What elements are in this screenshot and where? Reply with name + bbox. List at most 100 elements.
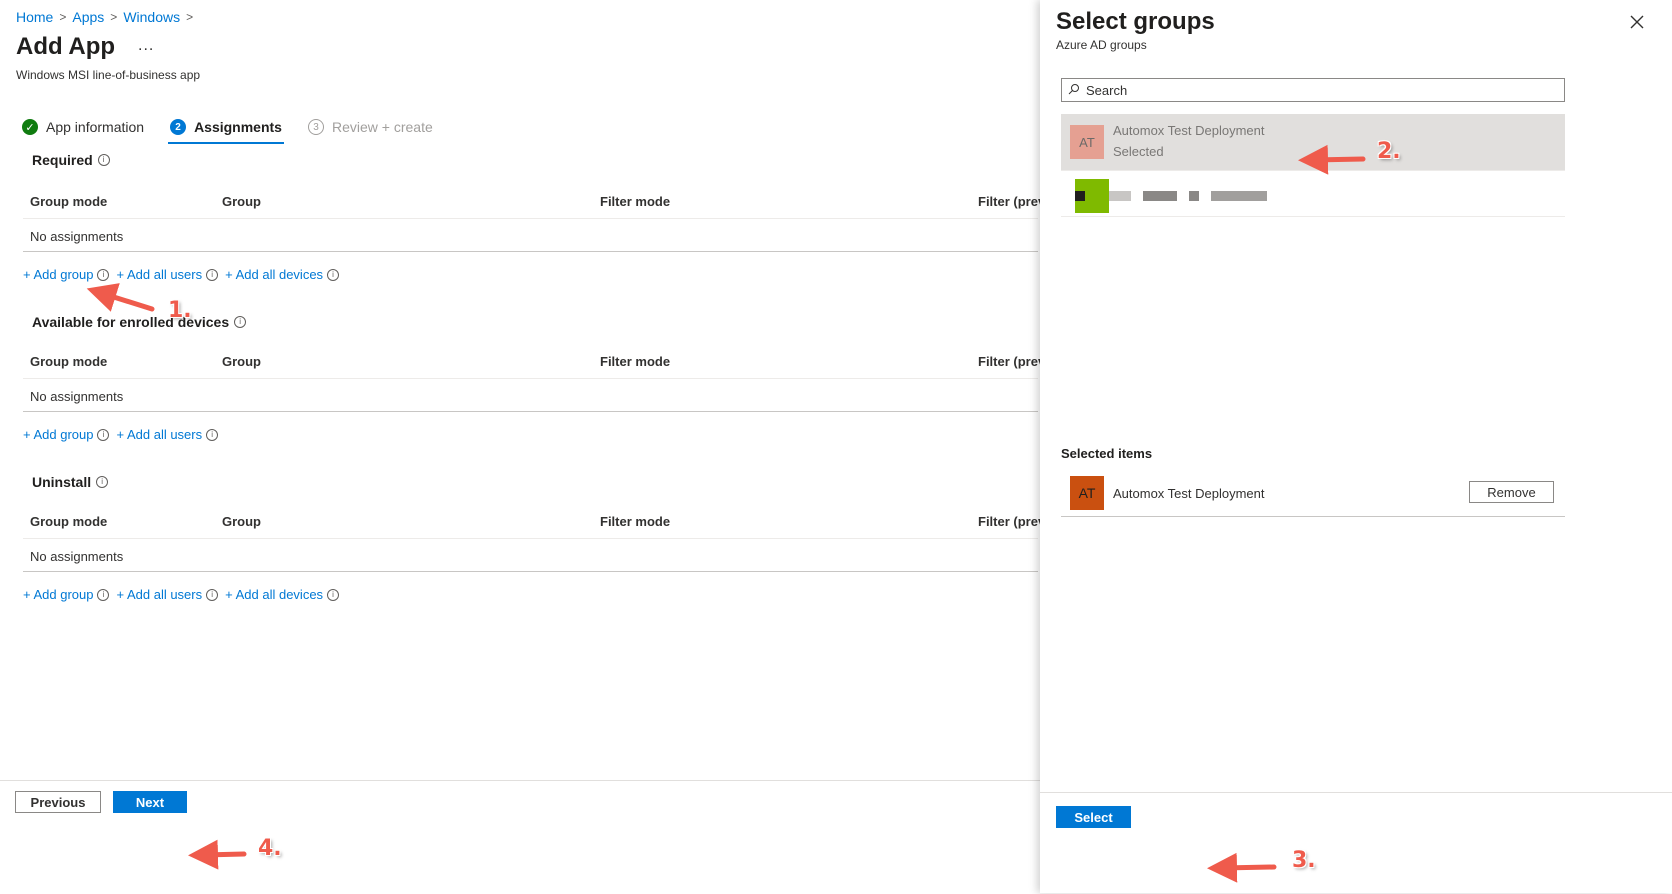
panel-footer: Select — [1040, 792, 1672, 894]
add-all-users-link[interactable]: + Add all users — [116, 267, 202, 282]
column-header: Filter mode — [600, 194, 671, 209]
add-group-link[interactable]: + Add group — [23, 267, 93, 282]
column-header: Filter mode — [600, 354, 671, 369]
step-app-information[interactable]: ✓ App information — [22, 119, 144, 143]
annotation-label: 3. — [1292, 848, 1316, 873]
step-review-create[interactable]: 3 Review + create — [307, 119, 433, 143]
info-icon[interactable]: i — [234, 316, 247, 328]
info-icon[interactable]: i — [206, 588, 219, 601]
empty-text: No assignments — [30, 229, 124, 244]
group-list-item-redacted[interactable] — [1061, 171, 1565, 217]
search-input[interactable]: Search — [1061, 78, 1565, 102]
search-placeholder: Search — [1086, 82, 1128, 98]
column-header: Group — [222, 354, 261, 369]
add-all-users-link[interactable]: + Add all users — [116, 427, 202, 442]
add-all-devices-link[interactable]: + Add all devices — [225, 267, 323, 282]
add-all-devices-link[interactable]: + Add all devices — [225, 587, 323, 602]
info-icon[interactable]: i — [97, 428, 110, 441]
section-title-required: Required i — [32, 152, 110, 168]
breadcrumb-home[interactable]: Home — [16, 9, 53, 25]
chevron-right-icon: > — [59, 10, 67, 24]
redacted-block — [1143, 191, 1177, 201]
column-header: Group — [222, 194, 261, 209]
column-header: Group — [222, 514, 261, 529]
step-number: 3 — [307, 119, 324, 135]
previous-button[interactable]: Previous — [15, 791, 101, 813]
actions-available: + Add group i + Add all users i — [23, 427, 221, 442]
column-header: Group mode — [30, 354, 108, 369]
column-header: Filter mode — [600, 514, 671, 529]
search-icon — [1068, 83, 1080, 98]
column-header: Group mode — [30, 194, 108, 209]
avatar: AT — [1070, 125, 1104, 159]
info-icon[interactable]: i — [327, 588, 340, 601]
info-icon[interactable]: i — [97, 154, 110, 166]
section-title: Available for enrolled devices — [32, 314, 230, 330]
group-status: Selected — [1113, 144, 1164, 159]
info-icon[interactable]: i — [97, 588, 110, 601]
info-icon[interactable]: i — [206, 428, 219, 441]
selected-item: AT Automox Test Deployment Remove — [1061, 470, 1565, 517]
section-title-uninstall: Uninstall i — [32, 474, 109, 490]
annotation-label: 1. — [168, 298, 192, 323]
group-list-item[interactable]: AT Automox Test Deployment Selected — [1061, 114, 1565, 171]
remove-button[interactable]: Remove — [1469, 481, 1554, 503]
select-groups-panel: Select groups Azure AD groups Search AT … — [1040, 0, 1672, 893]
more-options-button[interactable]: ... — [138, 37, 154, 55]
column-header: Filter (prev — [978, 354, 1046, 369]
arrow-icon — [86, 283, 155, 312]
actions-uninstall: + Add group i + Add all users i + Add al… — [23, 587, 342, 602]
chevron-right-icon: > — [186, 10, 194, 24]
annotation-label: 4. — [258, 836, 282, 861]
next-button[interactable]: Next — [113, 791, 187, 813]
assignments-table-required: Group mode Group Filter mode Filter (pre… — [23, 184, 1045, 252]
avatar: AT — [1070, 476, 1104, 510]
step-assignments[interactable]: 2 Assignments — [168, 119, 284, 144]
table-row: No assignments — [23, 379, 1038, 412]
table-header: Group mode Group Filter mode Filter (pre… — [23, 344, 1045, 379]
add-group-link[interactable]: + Add group — [23, 587, 93, 602]
step-label: App information — [46, 119, 145, 135]
section-title: Required — [32, 152, 93, 168]
assignments-table-uninstall: Group mode Group Filter mode Filter (pre… — [23, 504, 1045, 572]
page-title: Add App — [16, 33, 116, 60]
assignments-table-available: Group mode Group Filter mode Filter (pre… — [23, 344, 1045, 412]
wizard-footer: Previous Next — [0, 780, 1040, 894]
step-label: Review + create — [331, 119, 433, 135]
breadcrumb: Home > Apps > Windows > — [16, 9, 193, 25]
info-icon[interactable]: i — [206, 268, 219, 281]
redacted-block — [1189, 191, 1199, 201]
annotation-label: 2. — [1377, 139, 1401, 164]
actions-required: + Add group i + Add all users i + Add al… — [23, 267, 342, 282]
table-row: No assignments — [23, 219, 1038, 252]
chevron-right-icon: > — [110, 10, 118, 24]
page-subtitle: Windows MSI line-of-business app — [16, 68, 201, 82]
info-icon[interactable]: i — [327, 268, 340, 281]
add-group-link[interactable]: + Add group — [23, 427, 93, 442]
select-button[interactable]: Select — [1056, 806, 1131, 828]
empty-text: No assignments — [30, 389, 124, 404]
panel-subtitle: Azure AD groups — [1056, 38, 1147, 52]
breadcrumb-apps[interactable]: Apps — [72, 9, 104, 25]
checkmark-icon: ✓ — [22, 119, 38, 135]
redacted-block — [1109, 191, 1131, 201]
breadcrumb-windows[interactable]: Windows — [123, 9, 180, 25]
redacted-block — [1211, 191, 1267, 201]
column-header: Filter (prev — [978, 194, 1046, 209]
redacted-block — [1075, 191, 1085, 201]
section-title: Uninstall — [32, 474, 92, 490]
column-header: Filter (prev — [978, 514, 1046, 529]
add-all-users-link[interactable]: + Add all users — [116, 587, 202, 602]
column-header: Group mode — [30, 514, 108, 529]
table-header: Group mode Group Filter mode Filter (pre… — [23, 184, 1045, 219]
info-icon[interactable]: i — [96, 476, 109, 488]
table-header: Group mode Group Filter mode Filter (pre… — [23, 504, 1045, 539]
wizard-steps: ✓ App information 2 Assignments 3 Review… — [22, 119, 459, 144]
step-number: 2 — [170, 119, 187, 135]
panel-title: Select groups — [1056, 8, 1215, 35]
close-icon[interactable] — [1630, 12, 1644, 35]
step-label: Assignments — [194, 119, 282, 135]
selected-items-heading: Selected items — [1061, 446, 1153, 461]
selected-item-name: Automox Test Deployment — [1113, 486, 1265, 501]
info-icon[interactable]: i — [97, 268, 110, 281]
